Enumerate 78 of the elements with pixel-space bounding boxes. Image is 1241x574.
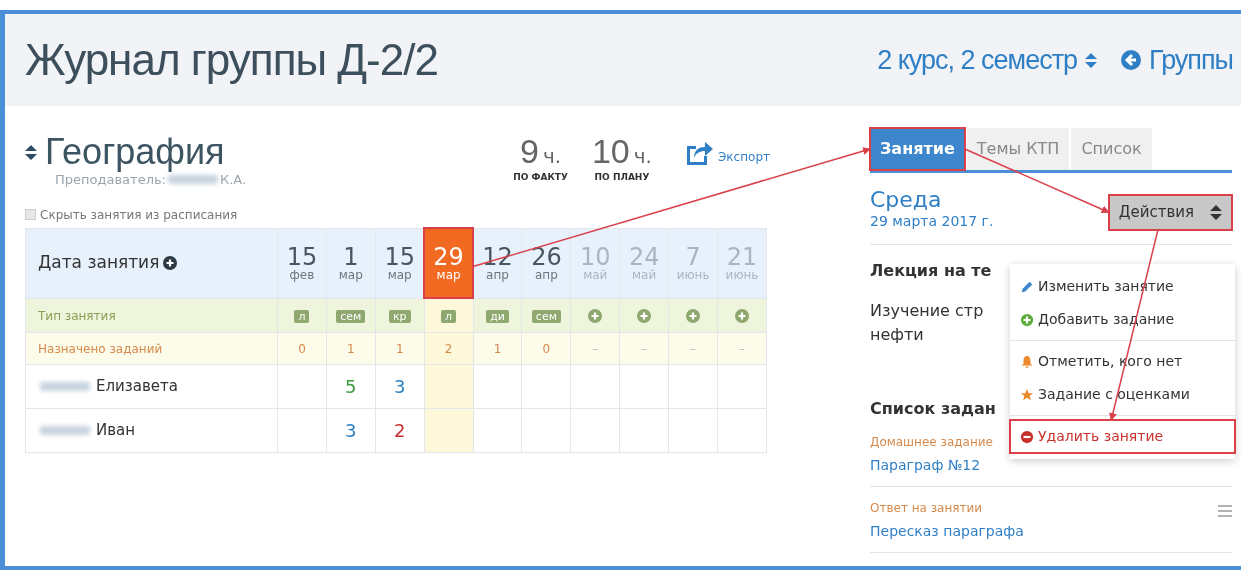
weekday: Среда	[870, 189, 943, 211]
hours-caption: ПО ПЛАНУ	[593, 171, 651, 184]
task-link[interactable]: Пересказ параграфа	[870, 521, 1024, 542]
student-name: Елизавета	[96, 376, 178, 398]
blurred-name	[40, 382, 90, 391]
export-link[interactable]: Экспорт	[683, 138, 770, 166]
grade[interactable]: 3	[345, 419, 357, 441]
hours-unit: ч.	[543, 143, 562, 170]
grade[interactable]: 5	[345, 375, 357, 397]
teacher-label: Преподаватель:	[55, 172, 166, 189]
assigned-count: 1	[347, 342, 355, 356]
task-type: Домашнее задание	[870, 434, 993, 451]
add-lesson-icon[interactable]	[588, 308, 603, 323]
bell-icon	[1020, 354, 1034, 369]
tab[interactable]: Занятие	[870, 128, 965, 170]
date-header[interactable]: 26 апр	[521, 228, 571, 298]
grade[interactable]: 3	[394, 375, 406, 397]
row-label: Назначено заданий	[38, 342, 163, 356]
hours-value: 9	[520, 134, 539, 168]
blurred-name	[168, 175, 218, 185]
assigned-count: –	[739, 342, 745, 356]
hide-lessons-checkbox[interactable]: Скрыть занятия из расписания	[25, 205, 770, 224]
term-selector[interactable]: 2 курс, 2 семестр	[877, 39, 1098, 81]
plus-circle-icon	[1020, 312, 1034, 327]
lesson-type-tag: ди	[486, 310, 509, 323]
sort-icon	[25, 144, 37, 160]
date-header[interactable]: 15 мар	[375, 228, 425, 298]
hours-unit: ч.	[633, 143, 652, 170]
groups-link[interactable]: Группы	[1121, 39, 1233, 81]
task-link[interactable]: Параграф №12	[870, 455, 993, 476]
lesson-date: 29 марта 2017 г.	[870, 212, 994, 231]
add-lesson-icon[interactable]	[637, 308, 652, 323]
assigned-count: 0	[542, 342, 551, 356]
hours-value: 10	[591, 134, 630, 168]
assigned-count: –	[592, 342, 599, 356]
lesson-type-tag: сем	[531, 310, 561, 323]
task-type: Ответ на занятии	[870, 500, 984, 517]
assigned-count: 0	[298, 342, 306, 356]
tab[interactable]: Список	[1071, 128, 1152, 170]
grade[interactable]: 2	[394, 419, 406, 441]
menu-icon[interactable]	[1218, 505, 1232, 517]
date-header[interactable]: 1 мар	[326, 228, 376, 298]
blurred-name	[40, 426, 90, 435]
subject-title: География	[45, 134, 225, 170]
column-header: Дата занятия	[38, 251, 160, 275]
add-lesson-icon[interactable]	[735, 308, 749, 323]
date-header[interactable]: 29 мар	[424, 228, 474, 298]
teacher-initials: К.А.	[220, 172, 247, 189]
sort-icon	[1085, 52, 1098, 68]
add-lesson-icon[interactable]	[686, 308, 701, 323]
menu-item[interactable]: Удалить занятие	[1010, 420, 1235, 453]
assigned-count: 1	[493, 342, 502, 356]
lesson-type-tag: кр	[388, 310, 411, 323]
assigned-count: 2	[444, 342, 453, 356]
topic-text: Изучение стр	[870, 301, 984, 321]
menu-item[interactable]: Задание с оценками	[1010, 378, 1235, 411]
assigned-count: 1	[395, 342, 404, 356]
assigned-count: –	[690, 342, 697, 356]
topic-text: нефти	[870, 325, 924, 345]
lesson-type-tag: сем	[336, 310, 366, 323]
date-header[interactable]: 15 фев	[277, 228, 327, 298]
actions-dropdown[interactable]: Действия	[1108, 195, 1232, 230]
tab[interactable]: Темы КТП	[966, 128, 1070, 170]
topic-heading: Лекция на те	[870, 260, 992, 282]
minus-circle-icon	[1020, 429, 1034, 444]
hours-caption: ПО ФАКТУ	[513, 171, 568, 184]
row-label: Тип занятия	[38, 309, 116, 323]
lesson-type-tag: л	[294, 310, 310, 323]
assigned-count: –	[641, 342, 648, 356]
tasks-heading: Список задан	[870, 398, 996, 420]
star-icon	[1020, 387, 1034, 402]
lesson-type-tag: л	[441, 310, 457, 323]
student-name: Иван	[96, 420, 136, 442]
sort-icon	[1210, 204, 1222, 220]
page-title: Журнал группы Д-2/2	[25, 34, 438, 86]
pencil-icon	[1020, 279, 1034, 294]
checkbox[interactable]	[25, 209, 36, 220]
plus-circle-icon	[163, 256, 178, 270]
